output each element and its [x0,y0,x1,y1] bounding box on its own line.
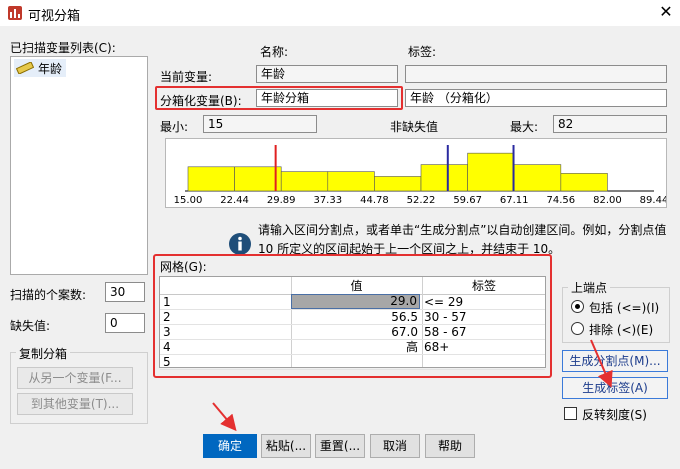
copy-to-variables-button[interactable]: 到其他变量(T)... [17,393,133,415]
reset-button[interactable]: 重置(... [315,434,365,458]
name-header: 名称: [260,45,289,59]
arrow-to-ok [212,402,237,432]
row-number: 1 [163,295,171,309]
cutpoint-grid[interactable]: 值 标签 1 29.0 <= 29 2 56.5 30 - 57 3 67.0 58 - 67 4… [159,276,546,370]
list-item-label: 年龄 [38,61,63,76]
grid-header-value: 值 [350,279,363,293]
current-variable-name: 年龄 [256,65,398,83]
histogram-bar [467,152,515,192]
exclude-radio[interactable] [571,322,584,335]
histogram-bar [280,171,329,192]
binned-variable-name-input[interactable]: 年龄分箱 [256,89,398,107]
current-variable-label: 当前变量: [160,70,213,84]
x-tick-label: 37.33 [313,195,342,206]
cutpoint-value-cell[interactable] [291,354,420,370]
binned-variable-label-input[interactable]: 年龄 （分箱化） [405,89,667,107]
cutpoint-value-cell[interactable]: 29.0 [291,294,420,309]
max-label: 最大: [510,120,539,134]
min-label: 最小: [160,120,189,134]
close-icon[interactable]: ✕ [656,2,676,22]
x-tick-label: 82.00 [593,195,622,206]
make-cutpoints-button[interactable]: 生成分割点(M)... [562,350,668,372]
x-tick-label: 52.22 [407,195,436,206]
histogram-bar [187,166,235,192]
histogram-bar [560,173,608,192]
grid-label: 网格(G): [160,260,207,274]
info-icon [229,233,251,255]
scanned-cases-label: 扫描的个案数: [10,288,87,302]
missing-values-label: 缺失值: [10,319,51,333]
ok-button[interactable]: 确定 [203,434,257,458]
upper-endpoint-label: 上端点 [568,279,611,296]
scale-ruler-icon [16,62,34,74]
app-icon [8,6,22,20]
list-item[interactable]: 年龄 [14,59,67,77]
histogram-bar [513,164,562,192]
cutpoint-value-cell[interactable]: 56.5 [291,309,420,325]
x-tick-label: 15.00 [174,195,203,206]
histogram: 15.00 22.44 29.89 37.33 44.78 52.22 59.67 67.11… [165,138,667,208]
window-title: 可视分箱 [28,9,81,24]
label-header: 标签: [408,45,437,59]
row-number: 5 [163,355,171,369]
histogram-bar [420,164,468,192]
copy-from-variable-button[interactable]: 从另一个变量(F... [17,367,133,389]
copy-bins-label: 复制分箱 [16,345,71,362]
cutpoint-label-cell[interactable]: 58 - 67 [423,324,543,340]
binned-variable-label: 分箱化变量(B): [160,94,242,108]
histogram-bar [327,171,375,192]
x-tick-label: 44.78 [360,195,389,206]
min-value: 15 [203,115,317,133]
cutpoint-value-cell[interactable]: 高 [291,339,420,355]
make-labels-button[interactable]: 生成标签(A) [562,377,668,399]
row-number: 4 [163,340,171,354]
x-tick-label: 22.44 [220,195,249,206]
title-bar [0,0,680,26]
cutpoint-label-cell[interactable]: 68+ [423,339,543,355]
row-number: 2 [163,310,171,324]
x-tick-label: 29.89 [267,195,296,206]
scanned-list-label: 已扫描变量列表(C): [10,41,116,55]
histogram-bar [234,166,282,192]
reverse-scale-label: 反转刻度(S) [582,408,647,422]
table-row[interactable]: 5 [160,355,545,370]
histogram-bar [374,176,422,192]
exclude-radio-label: 排除 (<)(E) [589,323,654,337]
x-tick-label: 67.11 [500,195,529,206]
table-row[interactable]: 4 高 68+ [160,340,545,355]
include-radio-label: 包括 (<=)(I) [589,301,660,315]
table-row[interactable]: 3 67.0 58 - 67 [160,325,545,340]
scanned-cases-value: 30 [105,282,145,302]
scanned-variable-list[interactable]: 年龄 [10,56,148,275]
current-variable-label-field [405,65,667,83]
x-tick-label: 74.56 [547,195,576,206]
x-tick-label: 59.67 [453,195,482,206]
table-row[interactable]: 1 29.0 <= 29 [160,294,545,310]
grid-header-label: 标签 [471,279,496,293]
cutpoint-label-cell[interactable] [423,354,543,370]
x-tick-label: 89.44 [640,195,666,206]
nonmissing-label: 非缺失值 [390,120,439,134]
paste-button[interactable]: 粘贴(... [261,434,311,458]
include-radio[interactable] [571,300,584,313]
histogram-svg: 15.00 22.44 29.89 37.33 44.78 52.22 59.67 67.11… [174,145,666,206]
max-value: 82 [553,115,667,133]
row-number: 3 [163,325,171,339]
reverse-scale-checkbox[interactable] [564,407,577,420]
cutpoint-value-cell[interactable]: 67.0 [291,324,420,340]
help-button[interactable]: 帮助 [425,434,475,458]
cutpoint-label-cell[interactable]: 30 - 57 [423,309,543,325]
cancel-button[interactable]: 取消 [370,434,420,458]
missing-values-value: 0 [105,313,145,333]
table-row[interactable]: 2 56.5 30 - 57 [160,310,545,325]
cutpoint-label-cell[interactable]: <= 29 [423,294,543,310]
